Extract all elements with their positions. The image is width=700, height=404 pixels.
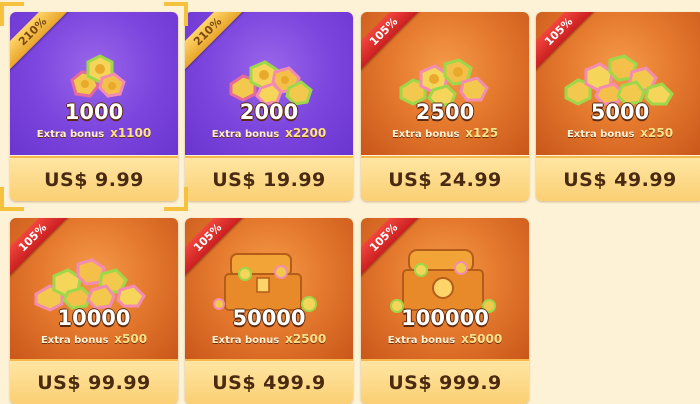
bonus-multiplier: x125 bbox=[465, 126, 499, 140]
pack-bonus: Extra bonus x125 bbox=[361, 126, 529, 140]
pack-amount: 100000 bbox=[401, 306, 489, 330]
bonus-label: Extra bonus bbox=[387, 335, 456, 346]
pack-card-2500[interactable]: 2500 Extra bonus x125 US$ 24.99 105% bbox=[361, 12, 529, 201]
price-bar[interactable]: US$ 19.99 bbox=[185, 156, 353, 201]
bonus-label: Extra bonus bbox=[40, 335, 109, 346]
pack-amount: 1000 bbox=[64, 100, 124, 124]
pack-price: US$ 9.99 bbox=[44, 168, 144, 191]
bonus-multiplier: x250 bbox=[640, 126, 674, 140]
bonus-multiplier: x500 bbox=[114, 332, 148, 346]
price-bar[interactable]: US$ 9.99 bbox=[10, 156, 178, 201]
bonus-label: Extra bonus bbox=[211, 335, 280, 346]
price-bar[interactable]: US$ 999.9 bbox=[361, 359, 529, 404]
pack-bonus: Extra bonus x5000 bbox=[361, 332, 529, 346]
pack-bonus: Extra bonus x2200 bbox=[185, 126, 353, 140]
pack-price: US$ 999.9 bbox=[388, 371, 502, 394]
price-bar[interactable]: US$ 99.99 bbox=[10, 359, 178, 404]
pack-bonus: Extra bonus x250 bbox=[536, 126, 700, 140]
pack-amount: 2000 bbox=[239, 100, 299, 124]
pack-price: US$ 499.9 bbox=[212, 371, 326, 394]
pack-amount: 50000 bbox=[232, 306, 306, 330]
bonus-label: Extra bonus bbox=[566, 129, 635, 140]
pack-amount: 10000 bbox=[57, 306, 131, 330]
pack-card-1000[interactable]: 1000 Extra bonus x1100 US$ 9.99 210% bbox=[10, 12, 178, 201]
pack-amount: 5000 bbox=[590, 100, 650, 124]
pack-price: US$ 49.99 bbox=[563, 168, 677, 191]
bonus-multiplier: x2200 bbox=[285, 126, 327, 140]
pack-card-50000[interactable]: 50000 Extra bonus x2500 US$ 499.9 105% bbox=[185, 218, 353, 404]
price-bar[interactable]: US$ 499.9 bbox=[185, 359, 353, 404]
pack-card-2000[interactable]: 2000 Extra bonus x2200 US$ 19.99 210% bbox=[185, 12, 353, 201]
bonus-multiplier: x1100 bbox=[110, 126, 152, 140]
bonus-multiplier: x2500 bbox=[285, 332, 327, 346]
pack-card-5000[interactable]: 5000 Extra bonus x250 US$ 49.99 105% bbox=[536, 12, 700, 201]
pack-bonus: Extra bonus x2500 bbox=[185, 332, 353, 346]
coin-store-grid: 1000 Extra bonus x1100 US$ 9.99 210% 200… bbox=[0, 0, 700, 404]
price-bar[interactable]: US$ 24.99 bbox=[361, 156, 529, 201]
pack-price: US$ 99.99 bbox=[37, 371, 151, 394]
pack-amount: 2500 bbox=[415, 100, 475, 124]
pack-bonus: Extra bonus x1100 bbox=[10, 126, 178, 140]
bonus-label: Extra bonus bbox=[391, 129, 460, 140]
pack-card-10000[interactable]: 10000 Extra bonus x500 US$ 99.99 105% bbox=[10, 218, 178, 404]
pack-card-100000[interactable]: 100000 Extra bonus x5000 US$ 999.9 105% bbox=[361, 218, 529, 404]
bonus-label: Extra bonus bbox=[36, 129, 105, 140]
price-bar[interactable]: US$ 49.99 bbox=[536, 156, 700, 201]
pack-price: US$ 24.99 bbox=[388, 168, 502, 191]
pack-bonus: Extra bonus x500 bbox=[10, 332, 178, 346]
bonus-multiplier: x5000 bbox=[461, 332, 503, 346]
pack-price: US$ 19.99 bbox=[212, 168, 326, 191]
bonus-label: Extra bonus bbox=[211, 129, 280, 140]
